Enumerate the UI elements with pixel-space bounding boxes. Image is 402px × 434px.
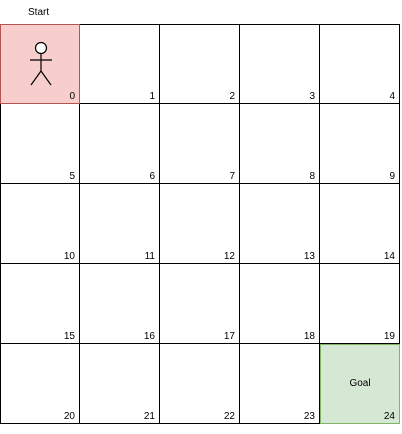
grid-cell: 7 [160, 104, 240, 184]
grid: 0 1 2 3 4 5 6 7 8 9 10 11 12 13 14 15 16 17 18 19 20 21 22 23 Go… [0, 24, 400, 424]
cell-number: 23 [303, 411, 315, 422]
grid-cell: 14 [320, 184, 400, 264]
cell-number: 21 [143, 411, 155, 422]
grid-cell: 3 [240, 24, 320, 104]
grid-cell: 10 [0, 184, 80, 264]
gridworld-diagram: Start 0 1 2 3 4 5 6 7 8 9 10 11 12 13 14 15 16 17 18 19 20 21… [0, 0, 402, 434]
stick-figure-icon [30, 41, 52, 86]
cell-number: 0 [69, 91, 75, 102]
grid-cell: 11 [80, 184, 160, 264]
grid-cell: 18 [240, 264, 320, 344]
grid-cell: 5 [0, 104, 80, 184]
cell-number: 5 [69, 171, 75, 182]
cell-number: 13 [303, 251, 315, 262]
cell-number: 1 [149, 91, 155, 102]
cell-number: 10 [63, 251, 75, 262]
goal-cell: Goal 24 [320, 344, 400, 424]
cell-number: 22 [223, 411, 235, 422]
cell-number: 6 [149, 171, 155, 182]
cell-number: 4 [389, 91, 395, 102]
cell-number: 14 [383, 251, 395, 262]
grid-cell: 13 [240, 184, 320, 264]
cell-number: 3 [309, 91, 315, 102]
cell-number: 7 [229, 171, 235, 182]
grid-cell: 16 [80, 264, 160, 344]
start-cell: 0 [0, 24, 80, 104]
goal-label: Goal [349, 378, 371, 389]
cell-number: 20 [63, 411, 75, 422]
grid-cell: 19 [320, 264, 400, 344]
start-label: Start [28, 7, 50, 18]
grid-cell: 17 [160, 264, 240, 344]
grid-cell: 15 [0, 264, 80, 344]
grid-cell: 12 [160, 184, 240, 264]
grid-cell: 20 [0, 344, 80, 424]
cell-number: 24 [383, 411, 395, 422]
cell-number: 8 [309, 171, 315, 182]
grid-cell: 4 [320, 24, 400, 104]
cell-number: 17 [223, 331, 235, 342]
grid-cell: 22 [160, 344, 240, 424]
cell-number: 15 [63, 331, 75, 342]
cell-number: 2 [229, 91, 235, 102]
grid-cell: 23 [240, 344, 320, 424]
grid-cell: 21 [80, 344, 160, 424]
grid-cell: 1 [80, 24, 160, 104]
cell-number: 11 [144, 251, 155, 262]
cell-number: 18 [303, 331, 315, 342]
grid-cell: 9 [320, 104, 400, 184]
grid-cell: 6 [80, 104, 160, 184]
cell-number: 9 [389, 171, 395, 182]
cell-number: 12 [223, 251, 235, 262]
grid-cell: 8 [240, 104, 320, 184]
cell-number: 16 [143, 331, 155, 342]
cell-number: 19 [383, 331, 395, 342]
grid-cell: 2 [160, 24, 240, 104]
